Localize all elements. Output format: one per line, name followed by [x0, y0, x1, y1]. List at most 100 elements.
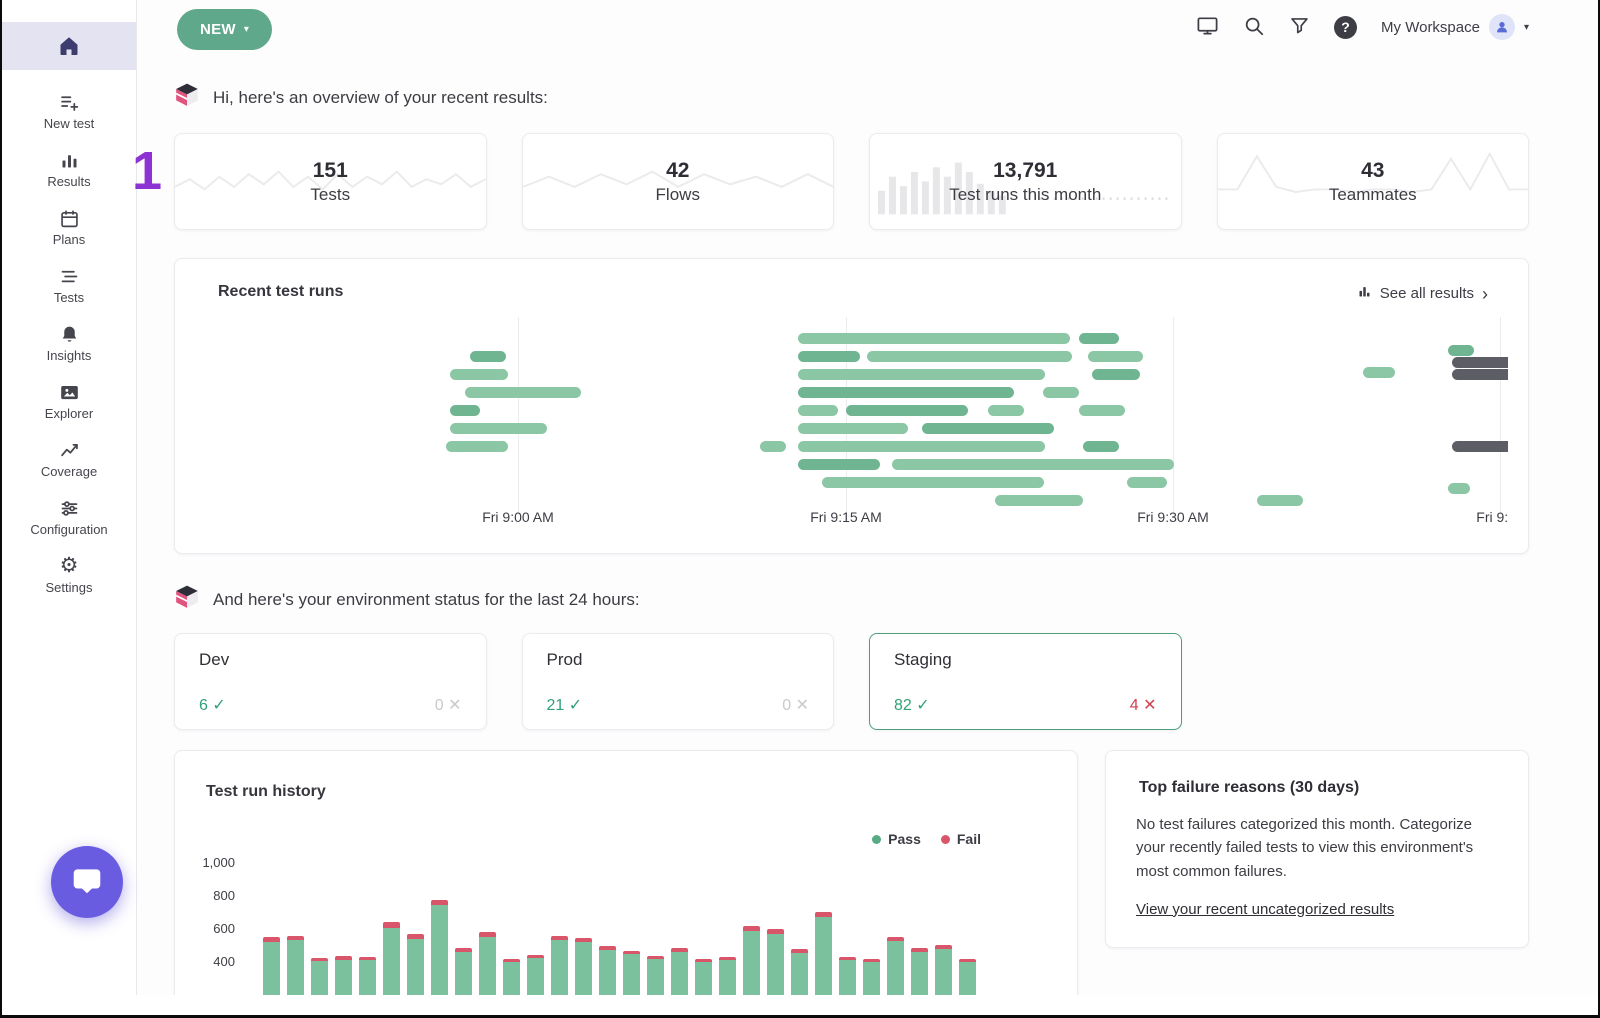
- see-all-results-link[interactable]: See all results ›: [1357, 284, 1488, 303]
- history-bar: [815, 912, 832, 995]
- failure-reasons-body: No test failures categorized this month.…: [1136, 813, 1498, 883]
- history-bar: [527, 955, 544, 995]
- history-bar: [695, 959, 712, 995]
- help-button[interactable]: ?: [1334, 16, 1357, 39]
- environment-card-prod[interactable]: Prod21 ✓0 ✕: [522, 633, 835, 730]
- test-run-history-card: Test run history PassFail 1,000800600400: [174, 750, 1078, 995]
- test-run-bar: [822, 477, 1044, 488]
- pass-segment: [287, 940, 304, 995]
- environment-card-dev[interactable]: Dev6 ✓0 ✕: [174, 633, 487, 730]
- time-axis-label: Fri 9:00 AM: [468, 509, 568, 525]
- sidebar-item-insights[interactable]: Insights: [2, 314, 136, 372]
- pass-segment: [335, 960, 352, 995]
- pass-segment: [719, 960, 736, 995]
- sidebar-item-label: Tests: [54, 290, 84, 305]
- test-run-bar: [1083, 441, 1119, 452]
- recent-runs-chart: [195, 317, 1508, 515]
- test-run-bar: [867, 351, 1072, 362]
- logo-icon: [174, 82, 200, 113]
- workspace-label: My Workspace: [1381, 19, 1480, 36]
- stat-card-flows: 42Flows: [522, 133, 835, 230]
- test-run-bar: [1079, 333, 1119, 344]
- history-bar: [959, 959, 976, 995]
- pass-segment: [551, 940, 568, 995]
- chevron-right-icon: ›: [1482, 285, 1488, 303]
- filter-button[interactable]: [1289, 15, 1310, 39]
- monitor-button[interactable]: [1196, 14, 1219, 40]
- stat-card-teammates: 43Teammates: [1217, 133, 1530, 230]
- results-icon: [59, 149, 80, 171]
- environment-card-staging[interactable]: Staging82 ✓4 ✕: [869, 633, 1182, 730]
- test-run-bar: [1363, 367, 1395, 378]
- test-run-bar: [1088, 351, 1143, 362]
- pass-segment: [431, 905, 448, 995]
- history-bar: [623, 951, 640, 995]
- sidebar-item-label: Explorer: [45, 406, 93, 421]
- search-button[interactable]: [1243, 15, 1265, 40]
- fail-count: 0 ✕: [435, 695, 462, 715]
- pass-segment: [863, 962, 880, 995]
- pass-segment: [839, 960, 856, 995]
- pass-segment: [311, 961, 328, 995]
- sidebar-item-coverage[interactable]: Coverage: [2, 430, 136, 488]
- test-run-bar: [1079, 405, 1125, 416]
- test-run-bar: [450, 369, 508, 380]
- workspace-menu[interactable]: My Workspace ▾: [1381, 14, 1529, 40]
- test-run-bar: [1043, 387, 1079, 398]
- history-bar: [503, 959, 520, 995]
- environment-counts: 82 ✓4 ✕: [894, 695, 1157, 715]
- home-icon: [57, 35, 81, 57]
- stat-value: 42: [666, 159, 689, 183]
- history-bar: [455, 948, 472, 995]
- test-run-bar: [760, 441, 786, 452]
- gridline: [1173, 317, 1174, 515]
- pass-segment: [383, 928, 400, 995]
- plans-icon: [59, 207, 80, 229]
- help-icon: ?: [1334, 16, 1357, 39]
- history-bars: [263, 751, 1000, 995]
- sidebar-item-new-test[interactable]: New test: [2, 82, 136, 140]
- history-bar: [863, 959, 880, 995]
- sidebar-item-results[interactable]: Results: [2, 140, 136, 198]
- sidebar-item-label: New test: [44, 116, 95, 131]
- sidebar-item-home[interactable]: [2, 22, 136, 70]
- history-bar: [887, 937, 904, 995]
- test-run-bar: [1452, 369, 1508, 380]
- history-bar: [767, 929, 784, 995]
- y-axis-tick: 400: [175, 954, 235, 970]
- new-test-icon: [59, 91, 80, 113]
- test-run-bar: [798, 441, 1045, 452]
- sidebar-item-label: Settings: [46, 580, 93, 595]
- pass-segment: [359, 960, 376, 995]
- sidebar-item-plans[interactable]: Plans: [2, 198, 136, 256]
- chat-launcher-button[interactable]: [51, 846, 123, 918]
- new-button[interactable]: NEW ▾: [177, 9, 272, 50]
- stat-label: Test runs this month: [949, 185, 1101, 205]
- gridline: [518, 317, 519, 515]
- history-bar: [647, 956, 664, 995]
- pass-segment: [503, 962, 520, 995]
- settings-icon: ⚙: [60, 555, 79, 577]
- annotation-step-1: 1: [132, 144, 162, 198]
- pass-segment: [743, 931, 760, 995]
- sidebar-item-configuration[interactable]: Configuration: [2, 488, 136, 546]
- sidebar-item-explorer[interactable]: Explorer: [2, 372, 136, 430]
- test-run-bar: [1452, 441, 1508, 452]
- topbar: NEW ▾: [138, 0, 1598, 60]
- test-run-bar: [470, 351, 506, 362]
- test-run-bar: [846, 405, 968, 416]
- pass-segment: [575, 942, 592, 995]
- chart-icon: [1357, 284, 1372, 303]
- sidebar-item-tests[interactable]: Tests: [2, 256, 136, 314]
- test-run-bar: [988, 405, 1024, 416]
- logo-icon: [174, 584, 200, 615]
- stat-value: 151: [313, 159, 348, 183]
- test-run-bar: [446, 441, 508, 452]
- uncategorized-results-link[interactable]: View your recent uncategorized results: [1136, 901, 1394, 918]
- y-axis-tick: 1,000: [175, 855, 235, 871]
- history-bar: [311, 958, 328, 995]
- sidebar-item-settings[interactable]: ⚙ Settings: [2, 546, 136, 604]
- fail-count: 0 ✕: [782, 695, 809, 715]
- pass-segment: [791, 953, 808, 995]
- history-bar: [359, 957, 376, 995]
